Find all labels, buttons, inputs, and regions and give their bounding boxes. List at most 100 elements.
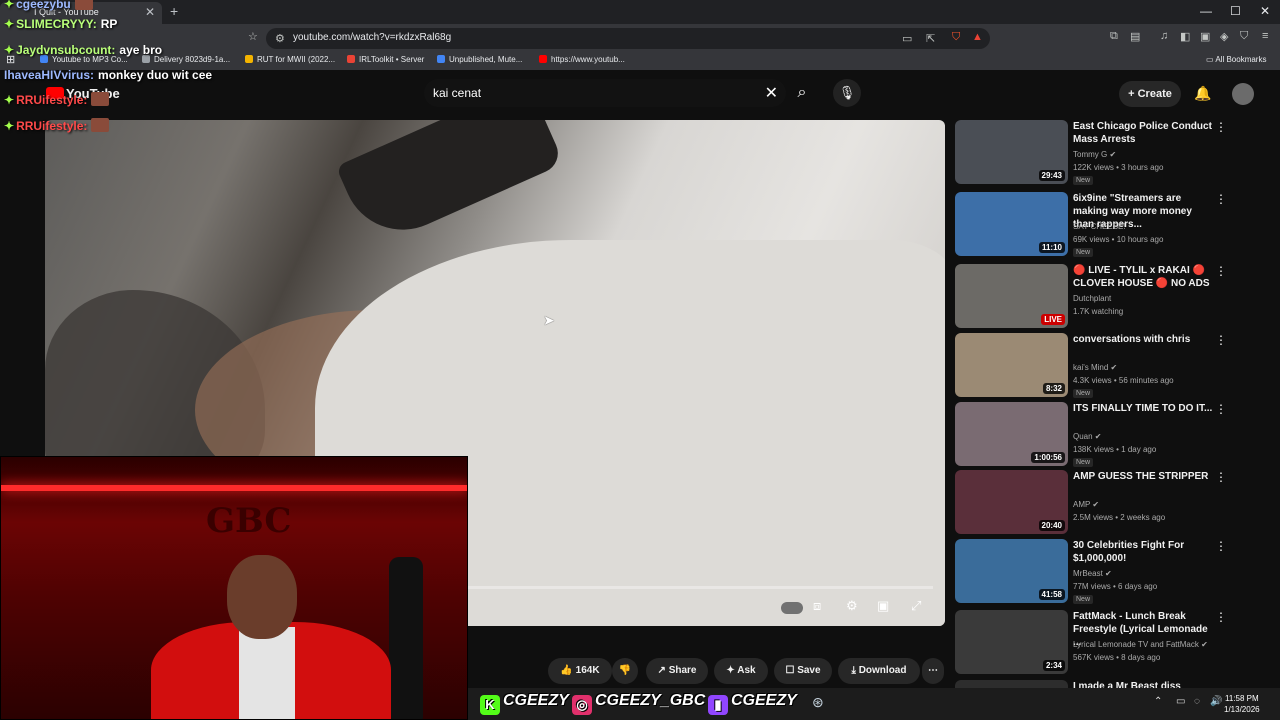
network-icon[interactable]: ◌ (1194, 696, 1200, 707)
share-button[interactable]: ↗ Share (646, 658, 708, 684)
mouse-cursor-icon: ➤ (543, 312, 555, 328)
chat-emote-icon (91, 118, 110, 132)
video-thumbnail[interactable]: 29:43 (955, 120, 1068, 184)
more-options-icon[interactable]: ⋮ (1215, 610, 1227, 624)
avatar[interactable] (1232, 83, 1254, 105)
create-button[interactable]: + Create (1119, 81, 1181, 107)
reader-icon[interactable]: ▤ (1130, 30, 1140, 43)
like-button[interactable]: 👍 164K (548, 658, 612, 684)
recommended-video[interactable]: 1:00:56 ITS FINALLY TIME TO DO IT... Quan … (955, 402, 1275, 470)
video-thumbnail[interactable]: 11:10 (955, 192, 1068, 256)
channel-name[interactable]: MrBeast ✔ (1073, 569, 1112, 578)
recommended-video[interactable]: 20:40 AMP GUESS THE STRIPPER AMP ✔ 2.5M vie… (955, 470, 1275, 538)
dislike-button[interactable]: 👎 (612, 658, 638, 684)
video-title[interactable]: AMP GUESS THE STRIPPER (1073, 470, 1213, 483)
brave-shield-icon[interactable]: ⛉ (952, 31, 960, 44)
bookmark-label: https://www.youtub... (551, 55, 625, 64)
video-title[interactable]: East Chicago Police Conduct Mass Arrests (1073, 120, 1213, 146)
chat-badge-icon: ✦ (4, 43, 15, 57)
recommended-video[interactable]: 41:58 30 Celebrities Fight For $1,000,000… (955, 539, 1275, 607)
all-bookmarks-button[interactable]: ▭ All Bookmarks (1206, 55, 1266, 64)
extensions-icon[interactable]: ⧉ (1110, 30, 1118, 43)
clear-search-icon[interactable]: ✕ (765, 83, 778, 103)
channel-name[interactable]: Lyrical Lemonade TV and FattMack ✔ (1073, 640, 1208, 649)
system-clock[interactable]: 11:58 PM 1/13/2026 (1224, 693, 1260, 715)
ask-button[interactable]: ✦ Ask (714, 658, 768, 684)
autoplay-toggle[interactable] (781, 602, 803, 614)
rewards-icon[interactable]: ▲ (972, 31, 983, 43)
display-icon[interactable]: ▭ (1176, 696, 1185, 707)
captions-icon[interactable]: ⧈ (813, 598, 821, 614)
more-options-icon[interactable]: ⋮ (1215, 120, 1227, 134)
recommended-video[interactable]: 2:34 FattMack - Lunch Break Freestyle (Ly… (955, 610, 1275, 678)
search-button[interactable]: ⌕ (788, 80, 816, 108)
cast-icon[interactable]: ▭ (902, 32, 912, 45)
volume-icon[interactable]: 🔊 (1210, 696, 1222, 707)
channel-name[interactable]: Dutchplant (1073, 294, 1111, 303)
video-title[interactable]: ITS FINALLY TIME TO DO IT... (1073, 402, 1213, 415)
create-label: Create (1137, 88, 1172, 100)
search-input[interactable]: kai cenat ✕ (424, 79, 786, 107)
video-thumbnail[interactable]: 8:32 (955, 333, 1068, 397)
menu-icon[interactable]: ≡ (1262, 30, 1268, 42)
channel-name[interactable]: AMP ✔ (1073, 500, 1099, 509)
bookmark-label: RUT for MWII (2022... (257, 55, 336, 64)
video-title[interactable]: 🔴 LIVE - TYLIL x RAKAI 🔴 CLOVER HOUSE 🔴 … (1073, 264, 1213, 290)
recommended-video[interactable]: 11:10 6ix9ine "Streamers are making way m… (955, 192, 1275, 260)
channel-name[interactable]: Tommy G ✔ (1073, 150, 1116, 159)
settings-gear-icon[interactable]: ⚙ (846, 598, 858, 614)
bookmark-item[interactable]: https://www.youtub... (539, 55, 625, 64)
video-thumbnail[interactable]: LIVE (955, 264, 1068, 328)
bookmark-star-icon[interactable]: ☆ (248, 30, 258, 43)
shield-icon[interactable]: ⛉ (1240, 30, 1248, 43)
video-thumbnail[interactable]: 1:00:56 (955, 402, 1068, 466)
more-options-icon[interactable]: ⋮ (1215, 264, 1227, 278)
close-window-button[interactable]: ✕ (1260, 4, 1270, 18)
channel-name[interactable]: kai's Mind ✔ (1073, 363, 1117, 372)
video-title[interactable]: conversations with chris (1073, 333, 1213, 346)
share-page-icon[interactable]: ⇱ (926, 32, 935, 45)
address-bar[interactable]: ⚙ youtube.com/watch?v=rkdzxRal68g ▭ ⇱ ⛉ … (266, 28, 990, 49)
recommended-video[interactable]: 29:43 East Chicago Police Conduct Mass Ar… (955, 120, 1275, 188)
steam-icon[interactable]: ⊛ (812, 694, 824, 711)
more-options-icon[interactable]: ⋮ (1215, 539, 1227, 553)
notifications-bell-icon[interactable]: 🔔 (1194, 85, 1211, 102)
more-options-icon[interactable]: ⋮ (1215, 402, 1227, 416)
browser-toolbar: ☆ ⚙ youtube.com/watch?v=rkdzxRal68g ▭ ⇱ … (0, 24, 1280, 52)
bookmark-item[interactable]: Unpublished, Mute... (437, 55, 522, 64)
sidebar-icon[interactable]: ◧ (1180, 30, 1190, 43)
vpn-icon[interactable]: ◈ (1220, 30, 1228, 43)
video-meta: 2.5M views • 2 weeks ago (1073, 513, 1166, 522)
channel-name[interactable]: SAY CHEESE! (1073, 222, 1126, 231)
channel-name[interactable]: Quan ✔ (1073, 432, 1102, 441)
video-title[interactable]: 30 Celebrities Fight For $1,000,000! (1073, 539, 1213, 565)
miniplayer-icon[interactable]: ▣ (877, 598, 889, 614)
voice-search-button[interactable]: 🎙 (833, 79, 861, 107)
chat-text: aye bro (119, 43, 163, 57)
bookmark-item[interactable]: RUT for MWII (2022... (245, 55, 335, 64)
recommended-video[interactable]: 8:32 conversations with chris kai's Mind ✔… (955, 333, 1275, 401)
new-tab-button[interactable]: + (170, 3, 178, 19)
more-options-icon[interactable]: ⋮ (1215, 192, 1227, 206)
save-button[interactable]: ☐ Save (774, 658, 832, 684)
more-options-icon[interactable]: ⋮ (1215, 333, 1227, 347)
tab-close-icon[interactable]: ✕ (145, 5, 155, 19)
tray-chevron-icon[interactable]: ⌃ (1154, 696, 1162, 707)
video-thumbnail[interactable]: 2:34 (955, 610, 1068, 674)
media-icon[interactable]: ♫ (1160, 30, 1168, 42)
maximize-button[interactable]: ☐ (1230, 4, 1241, 18)
recommended-video[interactable]: LIVE 🔴 LIVE - TYLIL x RAKAI 🔴 CLOVER HOUS… (955, 264, 1275, 332)
chat-username: IhaveaHIVvirus: (4, 68, 95, 82)
bookmark-item[interactable]: IRLToolkit • Server (347, 55, 424, 64)
wallet-icon[interactable]: ▣ (1200, 30, 1210, 43)
more-options-icon[interactable]: ⋮ (1215, 470, 1227, 484)
fullscreen-icon[interactable]: ⤢ (911, 598, 921, 614)
duration-badge: 20:40 (1038, 520, 1065, 531)
minimize-button[interactable]: — (1200, 4, 1212, 18)
video-thumbnail[interactable]: 20:40 (955, 470, 1068, 534)
verified-check-icon: ✔ (1102, 569, 1112, 578)
download-button[interactable]: ⤓ Download (838, 658, 920, 684)
video-thumbnail[interactable]: 41:58 (955, 539, 1068, 603)
more-actions-button[interactable]: ⋯ (922, 658, 944, 684)
site-info-icon[interactable]: ⚙ (275, 32, 285, 45)
